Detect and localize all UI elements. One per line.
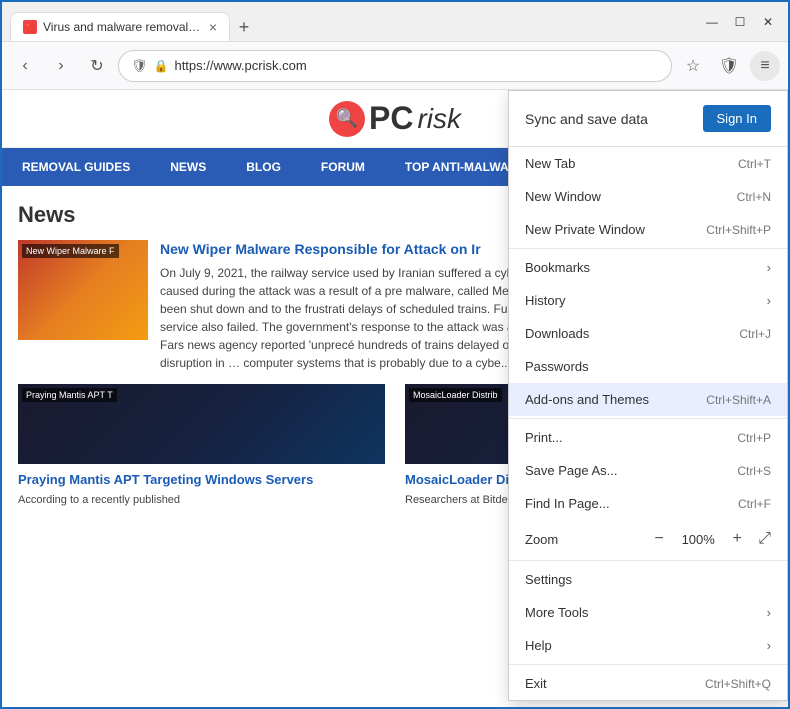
menu-item-passwords[interactable]: Passwords (509, 350, 787, 383)
zoom-plus-button[interactable]: + (726, 528, 748, 550)
title-bar: 🔴 Virus and malware removal inst × + — ☐… (2, 2, 788, 42)
browser-frame: 🔴 Virus and malware removal inst × + — ☐… (0, 0, 790, 709)
menu-item-history[interactable]: History › (509, 284, 787, 317)
nav-forum[interactable]: FORUM (301, 148, 385, 186)
menu-item-bookmarks[interactable]: Bookmarks › (509, 251, 787, 284)
help-arrow-icon: › (767, 638, 771, 653)
more-tools-arrow-icon: › (767, 605, 771, 620)
minimize-button[interactable]: — (700, 10, 724, 34)
menu-item-settings[interactable]: Settings (509, 563, 787, 596)
maximize-button[interactable]: ☐ (728, 10, 752, 34)
main-article-thumb: New Wiper Malware F (18, 240, 148, 340)
menu-item-addons-themes[interactable]: Add-ons and Themes Ctrl+Shift+A (509, 383, 787, 416)
zoom-controls: − 100% + ⤢ (648, 528, 771, 550)
sync-section: Sync and save data Sign In (509, 91, 787, 147)
menu-divider-1 (509, 248, 787, 249)
lock-icon: 🔒 (154, 59, 169, 73)
forward-button[interactable]: › (46, 51, 76, 81)
menu-item-save-page[interactable]: Save Page As... Ctrl+S (509, 454, 787, 487)
nav-removal-guides[interactable]: REMOVAL GUIDES (2, 148, 150, 186)
menu-item-new-window[interactable]: New Window Ctrl+N (509, 180, 787, 213)
tab-area: 🔴 Virus and malware removal inst × + (10, 2, 692, 41)
logo-risk-text: risk (417, 103, 461, 135)
menu-item-help[interactable]: Help › (509, 629, 787, 662)
praying-mantis-headline[interactable]: Praying Mantis APT Targeting Windows Ser… (18, 472, 385, 489)
history-arrow-icon: › (767, 293, 771, 308)
hamburger-menu-button[interactable]: ≡ (750, 51, 780, 81)
tab-favicon: 🔴 (23, 20, 37, 34)
menu-divider-4 (509, 664, 787, 665)
zoom-label: Zoom (525, 532, 558, 547)
bottom-article-1: Praying Mantis APT T Praying Mantis APT … (18, 384, 385, 508)
thumb-label: New Wiper Malware F (22, 244, 119, 258)
address-bar: ‹ › ↻ 🛡 🔒 https://www.pcrisk.com ☆ 🛡 ≡ (2, 42, 788, 90)
new-tab-button[interactable]: + (230, 13, 258, 41)
menu-item-more-tools[interactable]: More Tools › (509, 596, 787, 629)
active-tab[interactable]: 🔴 Virus and malware removal inst × (10, 12, 230, 41)
nav-blog[interactable]: BLOG (226, 148, 301, 186)
zoom-row: Zoom − 100% + ⤢ (509, 520, 787, 558)
mosaic-thumb-label: MosaicLoader Distrib (409, 388, 502, 402)
reload-button[interactable]: ↻ (82, 51, 112, 81)
security-shield-icon: 🛡 (131, 58, 148, 74)
sync-label: Sync and save data (525, 111, 648, 127)
logo-pc-text: PC (369, 100, 413, 137)
menu-item-new-private-window[interactable]: New Private Window Ctrl+Shift+P (509, 213, 787, 246)
menu-item-find-in-page[interactable]: Find In Page... Ctrl+F (509, 487, 787, 520)
content-area: 🔍 PC risk REMOVAL GUIDES NEWS BLOG FORUM… (2, 90, 788, 707)
close-button[interactable]: ✕ (756, 10, 780, 34)
zoom-expand-button[interactable]: ⤢ (758, 530, 771, 548)
menu-divider-2 (509, 418, 787, 419)
browser-dropdown-menu: Sync and save data Sign In New Tab Ctrl+… (508, 90, 788, 701)
bookmark-star-button[interactable]: ☆ (678, 51, 708, 81)
site-logo: 🔍 PC risk (329, 100, 461, 137)
address-input[interactable]: 🛡 🔒 https://www.pcrisk.com (118, 50, 672, 82)
menu-item-new-tab[interactable]: New Tab Ctrl+T (509, 147, 787, 180)
shield-button[interactable]: 🛡 (714, 51, 744, 81)
logo-icon: 🔍 (329, 101, 365, 137)
zoom-minus-button[interactable]: − (648, 528, 670, 550)
menu-item-exit[interactable]: Exit Ctrl+Shift+Q (509, 667, 787, 700)
nav-news[interactable]: NEWS (150, 148, 226, 186)
back-button[interactable]: ‹ (10, 51, 40, 81)
praying-mantis-body: According to a recently published (18, 493, 385, 508)
window-controls: — ☐ ✕ (700, 10, 780, 34)
menu-divider-3 (509, 560, 787, 561)
sign-in-button[interactable]: Sign In (703, 105, 771, 132)
tab-close-button[interactable]: × (209, 19, 217, 35)
menu-item-downloads[interactable]: Downloads Ctrl+J (509, 317, 787, 350)
menu-item-print[interactable]: Print... Ctrl+P (509, 421, 787, 454)
bookmarks-arrow-icon: › (767, 260, 771, 275)
zoom-value: 100% (680, 532, 716, 547)
praying-mantis-thumb: Praying Mantis APT T (18, 384, 385, 464)
url-text: https://www.pcrisk.com (174, 58, 659, 73)
tab-title: Virus and malware removal inst (43, 20, 203, 34)
praying-thumb-label: Praying Mantis APT T (22, 388, 117, 402)
